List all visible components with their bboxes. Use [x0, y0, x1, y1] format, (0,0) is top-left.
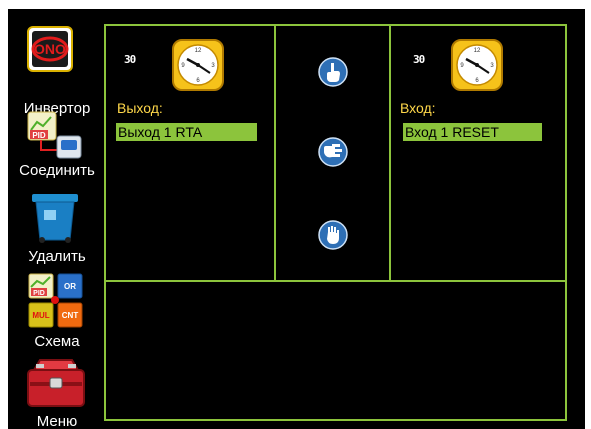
- scheme-block-1: PID: [33, 290, 45, 297]
- hand-stop-icon[interactable]: [318, 220, 348, 250]
- divider-left: [274, 24, 276, 282]
- scheme-block-2: OR: [64, 282, 76, 291]
- trash-bin-icon: [32, 194, 78, 243]
- clock-icon[interactable]: 12 3 6 9: [451, 39, 503, 91]
- menu-label: Меню: [36, 413, 78, 429]
- hand-pointing-up-icon[interactable]: [318, 57, 348, 87]
- delete-button[interactable]: Удалить: [8, 190, 106, 268]
- connect-label: Соединить: [19, 162, 95, 179]
- app-screen: ONO Инвертор PID Соединить Удалить PID O…: [8, 9, 585, 429]
- menu-button[interactable]: Меню: [8, 354, 106, 429]
- output-timer-value: 30: [124, 53, 136, 66]
- input-select[interactable]: Вход 1 RESET: [403, 123, 542, 141]
- scheme-icon: PID OR MUL CNT: [28, 273, 83, 328]
- scheme-button[interactable]: PID OR MUL CNT Схема: [8, 271, 106, 351]
- inverter-button[interactable]: ONO Инвертор: [8, 22, 106, 117]
- connect-button[interactable]: PID Соединить: [8, 108, 106, 180]
- hand-pointing-right-icon[interactable]: [318, 137, 348, 167]
- scheme-label: Схема: [34, 333, 80, 350]
- clock-icon[interactable]: 12 3 6 9: [172, 39, 224, 91]
- scheme-block-3: MUL: [32, 311, 49, 320]
- delete-label: Удалить: [28, 248, 86, 265]
- inverter-icon: ONO: [27, 26, 73, 72]
- input-caption: Вход:: [400, 100, 436, 116]
- toolbox-icon: [27, 359, 85, 407]
- output-select[interactable]: Выход 1 RTA: [116, 123, 257, 141]
- connect-icon-text: PID: [32, 131, 46, 140]
- svg-text:12: 12: [195, 48, 202, 54]
- divider-right: [389, 24, 391, 282]
- output-caption: Выход:: [117, 100, 163, 116]
- divider-horizontal: [104, 280, 567, 282]
- input-timer-value: 30: [413, 53, 425, 66]
- inverter-icon-text: ONO: [34, 41, 66, 57]
- scheme-block-4: CNT: [62, 311, 79, 320]
- connect-icon: PID: [27, 111, 82, 159]
- svg-text:12: 12: [474, 48, 481, 54]
